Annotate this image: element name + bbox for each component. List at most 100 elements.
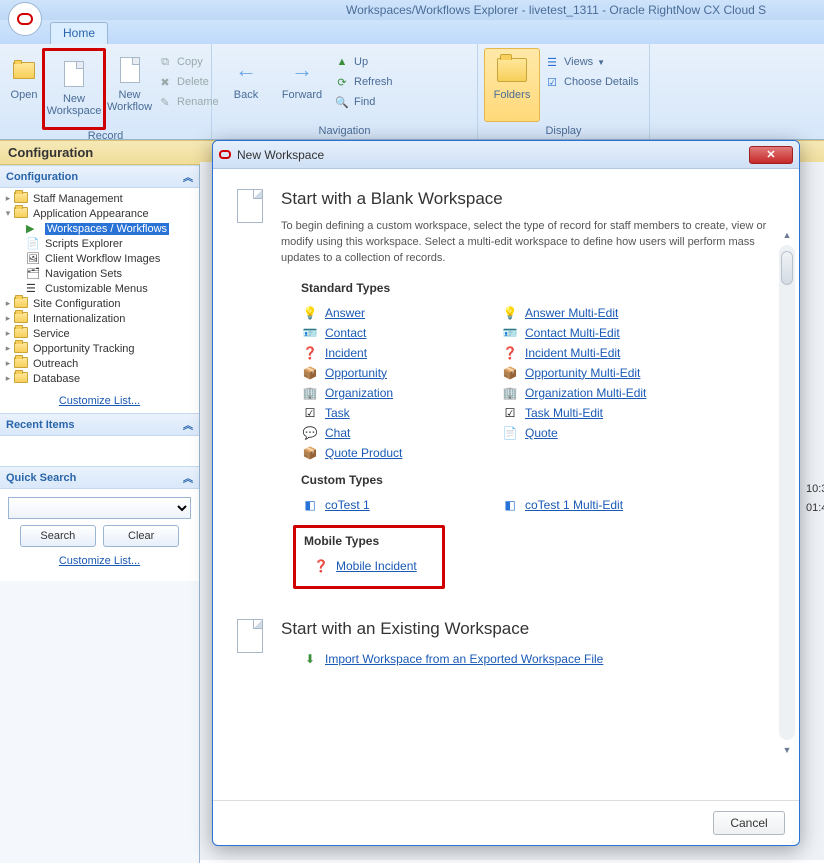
customize-list-link-2[interactable]: Customize List...	[8, 547, 191, 573]
type-contact-multi[interactable]: 🪪Contact Multi-Edit	[501, 323, 701, 343]
tree-service[interactable]: ▸Service	[2, 326, 197, 341]
chevron-up-icon: ︽	[183, 169, 193, 184]
tree-client-workflow-images[interactable]: 🖼Client Workflow Images	[2, 251, 197, 266]
type-opportunity-multi[interactable]: 📦Opportunity Multi-Edit	[501, 363, 701, 383]
type-opportunity[interactable]: 📦Opportunity	[301, 363, 501, 383]
list-icon: ☰	[26, 282, 42, 295]
refresh-icon: ⟳	[334, 74, 350, 90]
quick-search-header[interactable]: Quick Search︽	[0, 466, 199, 489]
scroll-up-icon[interactable]: ▲	[779, 227, 795, 243]
app-menu-orb[interactable]	[8, 2, 42, 36]
quick-search-select[interactable]	[8, 497, 191, 519]
type-incident[interactable]: ❓Incident	[301, 343, 501, 363]
group-label-display: Display	[478, 125, 649, 139]
up-icon: ▲	[334, 54, 350, 70]
document-icon	[120, 57, 140, 83]
type-cotest1-multi[interactable]: ◧coTest 1 Multi-Edit	[501, 495, 701, 515]
blank-workspace-icon	[237, 189, 273, 229]
dialog-body: Start with a Blank Workspace To begin de…	[213, 169, 799, 800]
existing-workspace-icon	[237, 619, 273, 659]
open-button[interactable]: Open	[6, 48, 42, 122]
dialog-titlebar[interactable]: New Workspace ✕	[213, 141, 799, 169]
blank-workspace-heading: Start with a Blank Workspace	[281, 189, 775, 209]
tree-internationalization[interactable]: ▸Internationalization	[2, 311, 197, 326]
sidebar: Configuration︽ ▸Staff Management ▾Applic…	[0, 165, 200, 863]
standard-types-heading: Standard Types	[301, 281, 775, 295]
type-quote-product[interactable]: 📦Quote Product	[301, 443, 501, 463]
type-task-multi[interactable]: ☑Task Multi-Edit	[501, 403, 701, 423]
group-label-record: Record	[0, 130, 211, 144]
tree-outreach[interactable]: ▸Outreach	[2, 356, 197, 371]
chevron-down-icon: ▼	[597, 58, 605, 67]
new-workflow-label-1: New	[119, 89, 141, 101]
type-answer[interactable]: 💡Answer	[301, 303, 501, 323]
blank-workspace-desc: To begin defining a custom workspace, se…	[281, 219, 775, 267]
views-button[interactable]: ☰Views▼	[540, 52, 643, 72]
ribbon-tab-row: Home	[0, 20, 824, 44]
close-button[interactable]: ✕	[749, 146, 793, 164]
clear-button[interactable]: Clear	[103, 525, 179, 547]
tree-staff-management[interactable]: ▸Staff Management	[2, 191, 197, 206]
type-task[interactable]: ☑Task	[301, 403, 501, 423]
type-organization-multi[interactable]: 🏢Organization Multi-Edit	[501, 383, 701, 403]
config-section-header[interactable]: Configuration︽	[0, 165, 199, 188]
oracle-logo-icon	[17, 13, 33, 25]
recent-items-header[interactable]: Recent Items︽	[0, 413, 199, 436]
incident-icon: ❓	[501, 345, 519, 361]
dialog-title: New Workspace	[237, 148, 749, 162]
mobile-types-highlight: Mobile Types ❓Mobile Incident	[293, 525, 445, 589]
contact-icon: 🪪	[501, 325, 519, 341]
up-button[interactable]: ▲Up	[330, 52, 397, 72]
folders-label: Folders	[494, 89, 531, 101]
task-icon: ☑	[301, 405, 319, 421]
scroll-thumb[interactable]	[781, 251, 793, 285]
workspace-icon: ▶	[26, 222, 42, 235]
back-button[interactable]: ← Back	[218, 48, 274, 122]
ribbon: Open New Workspace New Workflow ⧉Copy ✖D…	[0, 44, 824, 140]
answer-icon: 💡	[301, 305, 319, 321]
forward-button[interactable]: → Forward	[274, 48, 330, 122]
tree-navigation-sets[interactable]: 🗂Navigation Sets	[2, 266, 197, 281]
type-incident-multi[interactable]: ❓Incident Multi-Edit	[501, 343, 701, 363]
folders-button[interactable]: Folders	[484, 48, 540, 122]
type-contact[interactable]: 🪪Contact	[301, 323, 501, 343]
new-workspace-button[interactable]: New Workspace	[46, 52, 102, 126]
organization-icon: 🏢	[301, 385, 319, 401]
tree-scripts-explorer[interactable]: 📄Scripts Explorer	[2, 236, 197, 251]
customize-list-link[interactable]: Customize List...	[0, 389, 199, 413]
tree-workspaces-workflows[interactable]: ▶Workspaces / Workflows	[2, 221, 197, 236]
import-workspace-link[interactable]: ⬇Import Workspace from an Exported Works…	[301, 649, 775, 669]
tree-opportunity-tracking[interactable]: ▸Opportunity Tracking	[2, 341, 197, 356]
oracle-logo-icon	[219, 150, 231, 159]
new-workflow-button[interactable]: New Workflow	[106, 48, 153, 122]
new-workspace-label-2: Workspace	[47, 105, 102, 117]
image-icon: 🖼	[26, 252, 42, 265]
tree-site-configuration[interactable]: ▸Site Configuration	[2, 296, 197, 311]
type-chat[interactable]: 💬Chat	[301, 423, 501, 443]
new-workflow-label-2: Workflow	[107, 101, 152, 113]
search-button[interactable]: Search	[20, 525, 96, 547]
opportunity-icon: 📦	[301, 365, 319, 381]
cancel-button[interactable]: Cancel	[713, 811, 785, 835]
scrollbar[interactable]: ▲ ▼	[779, 245, 795, 740]
find-button[interactable]: 🔍Find	[330, 92, 397, 112]
type-mobile-incident[interactable]: ❓Mobile Incident	[312, 556, 434, 576]
type-cotest1[interactable]: ◧coTest 1	[301, 495, 501, 515]
choose-details-button[interactable]: ☑Choose Details	[540, 72, 643, 92]
new-workspace-label-1: New	[63, 93, 85, 105]
tree-customizable-menus[interactable]: ☰Customizable Menus	[2, 281, 197, 296]
quote-icon: 📄	[501, 425, 519, 441]
tree-database[interactable]: ▸Database	[2, 371, 197, 386]
tree-application-appearance[interactable]: ▾Application Appearance	[2, 206, 197, 221]
group-label-navigation: Navigation	[212, 125, 477, 139]
back-label: Back	[234, 89, 258, 101]
folder-icon	[497, 58, 527, 82]
custom-object-icon: ◧	[301, 497, 319, 513]
refresh-button[interactable]: ⟳Refresh	[330, 72, 397, 92]
type-organization[interactable]: 🏢Organization	[301, 383, 501, 403]
custom-object-icon: ◧	[501, 497, 519, 513]
scroll-down-icon[interactable]: ▼	[779, 742, 795, 758]
tab-home[interactable]: Home	[50, 22, 108, 44]
type-answer-multi[interactable]: 💡Answer Multi-Edit	[501, 303, 701, 323]
type-quote[interactable]: 📄Quote	[501, 423, 701, 443]
